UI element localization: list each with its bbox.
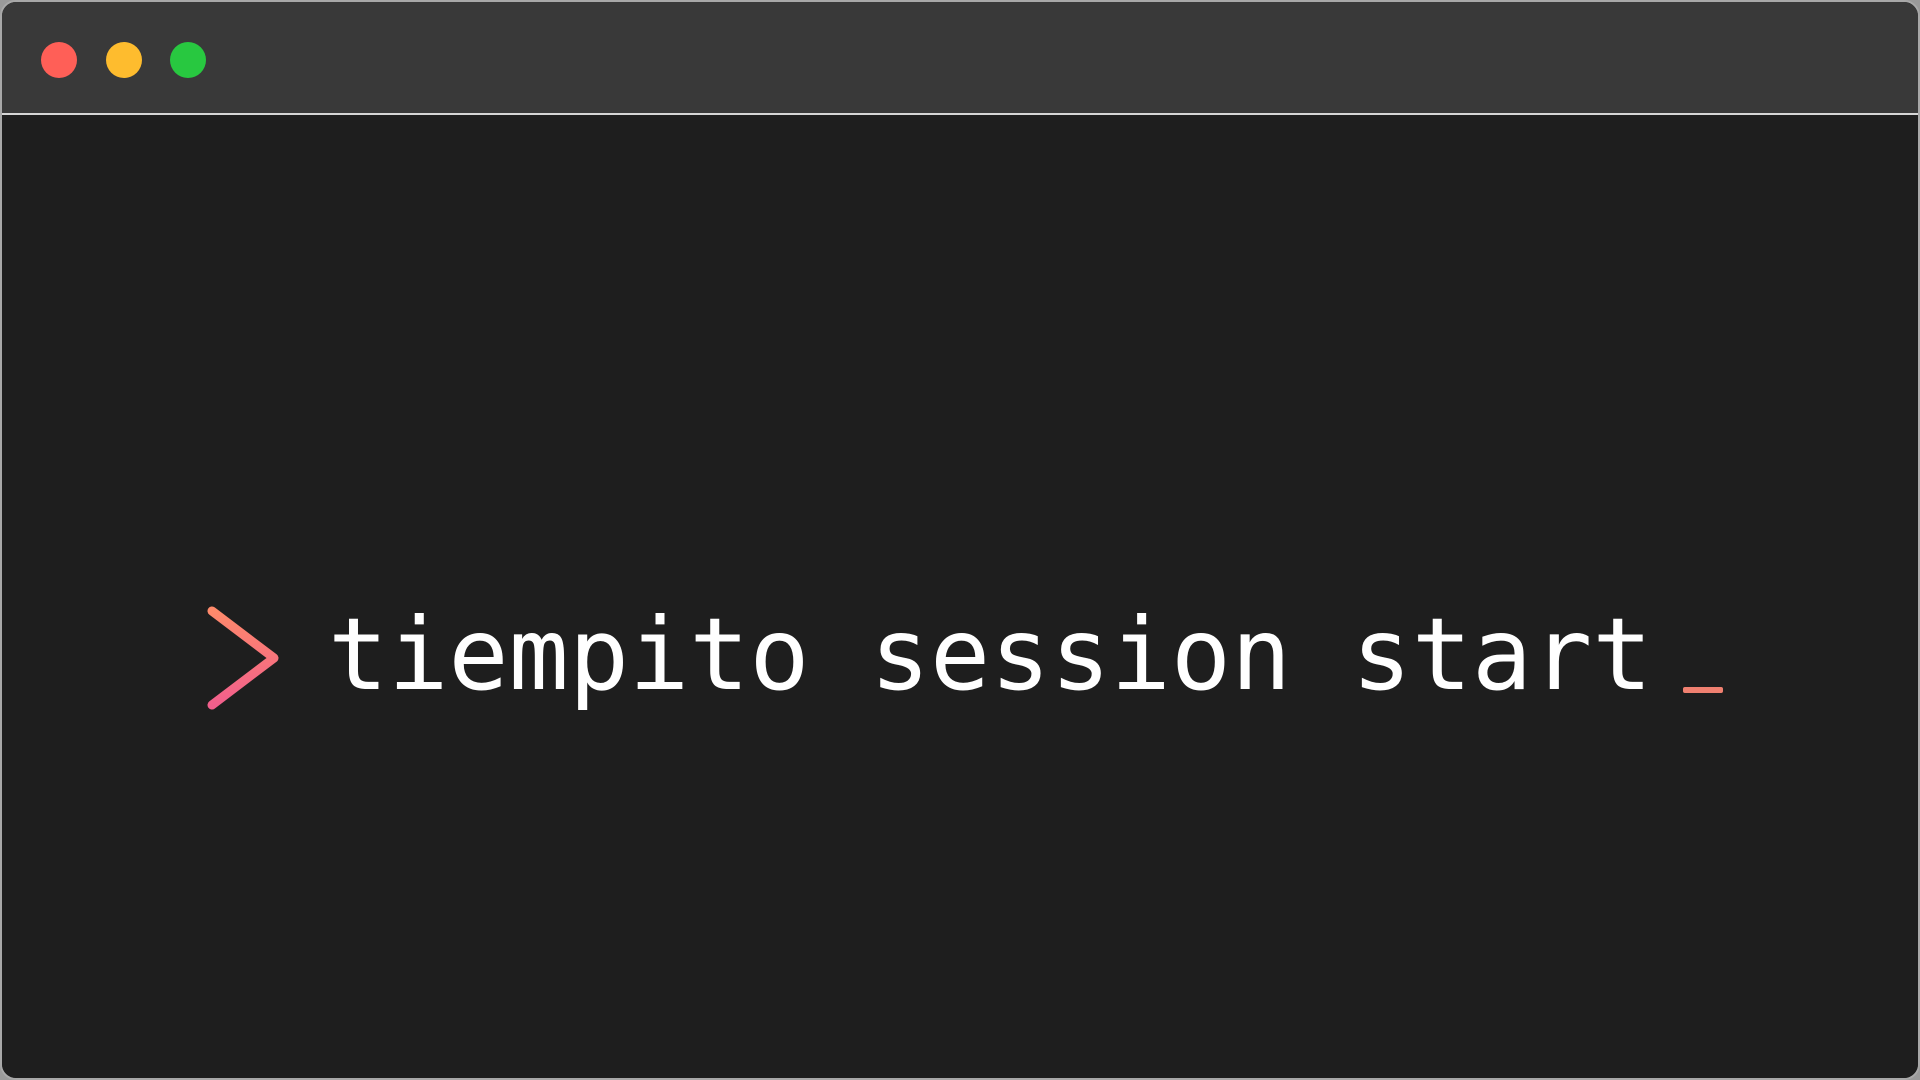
command-text: tiempito session start <box>328 596 1653 713</box>
title-bar[interactable] <box>2 2 1918 115</box>
prompt-line: tiempito session start <box>202 595 1762 715</box>
maximize-button[interactable] <box>170 42 206 78</box>
chevron-right-icon <box>207 606 279 710</box>
text-cursor <box>1682 687 1723 693</box>
minimize-button[interactable] <box>106 42 142 78</box>
close-button[interactable] <box>41 42 77 78</box>
terminal-window: tiempito session start <box>0 0 1920 1080</box>
terminal-content[interactable]: tiempito session start <box>2 115 1918 1078</box>
